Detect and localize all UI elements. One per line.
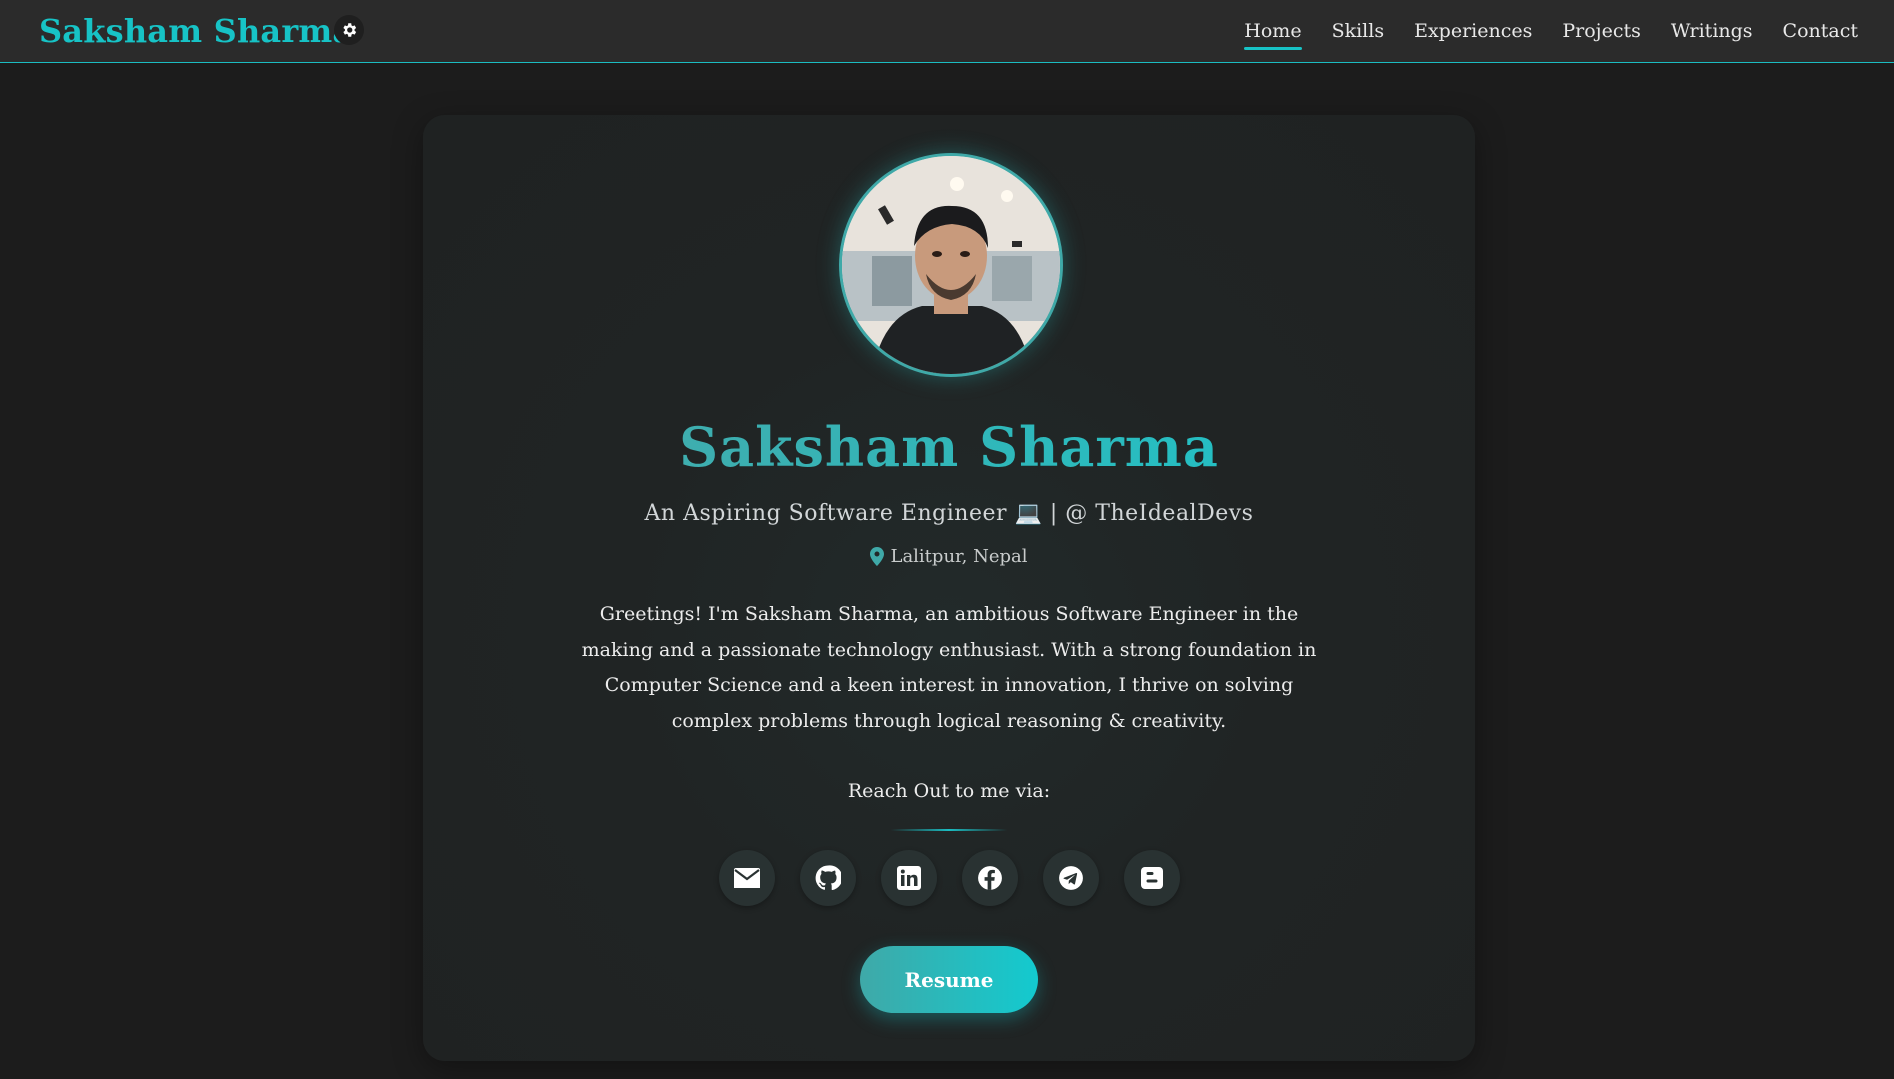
nav-skills[interactable]: Skills <box>1332 20 1385 44</box>
blogger-link[interactable] <box>1123 850 1180 906</box>
telegram-link[interactable] <box>1042 850 1099 906</box>
reach-out-heading: Reach Out to me via: <box>847 780 1051 802</box>
social-links <box>423 850 1475 906</box>
linkedin-icon <box>896 866 921 890</box>
nav-home[interactable]: Home <box>1244 20 1302 50</box>
location-text: Lalitpur, Nepal <box>890 546 1028 567</box>
email-link[interactable] <box>718 850 775 906</box>
profile-location: Lalitpur, Nepal <box>423 546 1475 567</box>
profile-card: Saksham Sharma An Aspiring Software Engi… <box>423 115 1475 1061</box>
avatar-photo <box>842 156 1060 374</box>
facebook-icon <box>977 866 1002 890</box>
map-pin-icon <box>870 547 885 566</box>
blogger-icon <box>1140 867 1163 889</box>
theme-toggle-button[interactable] <box>334 15 364 45</box>
profile-bio: Greetings! I'm Saksham Sharma, an ambiti… <box>581 603 1317 732</box>
nav-contact[interactable]: Contact <box>1783 20 1858 44</box>
main-nav: Home Skills Experiences Projects Writing… <box>1244 0 1858 63</box>
nav-projects[interactable]: Projects <box>1562 20 1640 44</box>
github-link[interactable] <box>799 850 856 906</box>
profile-tagline: An Aspiring Software Engineer 💻 | @ TheI… <box>644 501 1254 526</box>
profile-name: Saksham Sharma <box>423 415 1475 479</box>
avatar <box>839 153 1063 377</box>
envelope-icon <box>733 868 760 888</box>
telegram-icon <box>1058 866 1083 890</box>
github-icon <box>815 865 841 891</box>
site-brand[interactable]: Saksham Sharma <box>39 12 353 50</box>
linkedin-link[interactable] <box>880 850 937 906</box>
nav-experiences[interactable]: Experiences <box>1414 20 1532 44</box>
reach-divider <box>891 829 1007 831</box>
resume-button[interactable]: Resume <box>860 946 1038 1013</box>
gear-icon <box>343 23 357 37</box>
top-navbar: Saksham Sharma Home Skills Experiences P… <box>0 0 1894 63</box>
facebook-link[interactable] <box>961 850 1018 906</box>
nav-writings[interactable]: Writings <box>1671 20 1753 44</box>
